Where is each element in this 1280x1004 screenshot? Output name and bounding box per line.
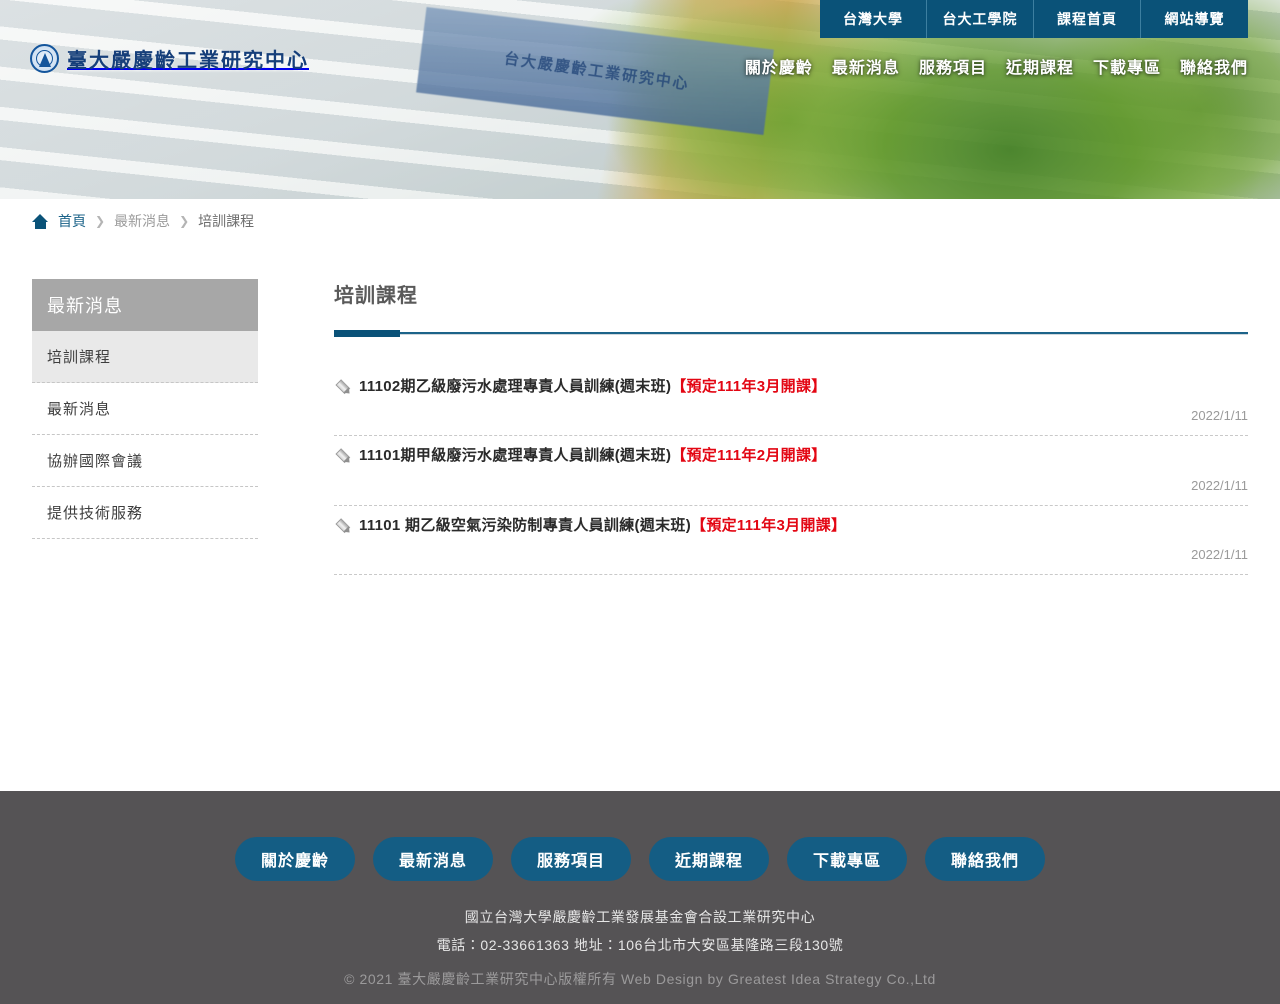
news-date: 2022/1/11 — [1191, 477, 1248, 493]
news-title-text: 11102期乙級廢污水處理專責人員訓練(週末班) — [359, 378, 672, 395]
main-content: 培訓課程 11102期乙級廢污水處理專責人員訓練(週末班)【預定111年3月開課… — [334, 279, 1248, 798]
news-title-highlight: 【預定111年3月開課】 — [671, 378, 827, 395]
footer-org-name: 國立台灣大學嚴慶齡工業發展基金會合設工業研究中心 — [464, 909, 816, 925]
topnav-item-course-home[interactable]: 課程首頁 — [1034, 0, 1141, 38]
mainnav-item-about[interactable]: 關於慶齡 — [745, 54, 813, 78]
sidebar-item-label[interactable]: 協辦國際會議 — [32, 435, 258, 486]
sidebar-item-label[interactable]: 培訓課程 — [32, 331, 258, 382]
footer-nav-contact[interactable]: 聯絡我們 — [925, 837, 1046, 881]
sidebar-item-label[interactable]: 提供技術服務 — [32, 487, 258, 538]
news-list-item: 11101 期乙級空氣污染防制專責人員訓練(週末班)【預定111年3月開課】 2… — [334, 506, 1248, 575]
news-list: 11102期乙級廢污水處理專責人員訓練(週末班)【預定111年3月開課】 202… — [334, 367, 1248, 575]
footer-nav-courses[interactable]: 近期課程 — [649, 837, 770, 881]
footer-contact-info: 電話：02-33661363 地址：106台北市大安區基隆路三段130號 — [436, 937, 844, 953]
breadcrumb-news[interactable]: 最新消息 — [114, 211, 170, 231]
topnav-item-ntu[interactable]: 台灣大學 — [820, 0, 927, 38]
mainnav-item-services[interactable]: 服務項目 — [919, 54, 987, 78]
title-underline — [334, 330, 1248, 337]
site-logo[interactable]: 臺大嚴慶齡工業研究中心 — [30, 44, 309, 73]
topnav-item-sitemap[interactable]: 網站導覽 — [1141, 0, 1248, 38]
sidebar-item-technical-services[interactable]: 提供技術服務 — [32, 487, 258, 539]
footer-copyright: © 2021 臺大嚴慶齡工業研究中心版權所有 Web Design by Gre… — [344, 971, 936, 987]
breadcrumb-current: 培訓課程 — [198, 213, 255, 229]
news-row: 11101 期乙級空氣污染防制專責人員訓練(週末班)【預定111年3月開課】 — [334, 516, 1248, 536]
news-title-link[interactable]: 11102期乙級廢污水處理專責人員訓練(週末班)【預定111年3月開課】 — [359, 377, 827, 397]
news-title-highlight: 【預定111年3月開課】 — [691, 516, 847, 534]
news-title-highlight: 【預定111年2月開課】 — [671, 447, 827, 465]
site-logo-text: 臺大嚴慶齡工業研究中心 — [67, 50, 309, 72]
sidebar-item-label[interactable]: 最新消息 — [32, 383, 258, 434]
sidebar-item-international-conferences[interactable]: 協辦國際會議 — [32, 435, 258, 487]
page-body: 最新消息 培訓課程 最新消息 協辦國際會議 提供技術服務 培訓課程 11102期… — [0, 243, 1280, 798]
mainnav-item-downloads[interactable]: 下載專區 — [1093, 54, 1161, 78]
ntu-emblem-icon — [30, 44, 59, 73]
sidebar-menu: 培訓課程 最新消息 協辦國際會議 提供技術服務 — [32, 331, 258, 539]
news-date: 2022/1/11 — [1191, 546, 1248, 562]
mainnav-item-courses[interactable]: 近期課程 — [1006, 54, 1074, 78]
footer-nav-about[interactable]: 關於慶齡 — [234, 837, 355, 881]
sidebar: 最新消息 培訓課程 最新消息 協辦國際會議 提供技術服務 — [32, 279, 258, 798]
news-list-item: 11102期乙級廢污水處理專責人員訓練(週末班)【預定111年3月開課】 202… — [334, 367, 1248, 437]
news-title-link[interactable]: 11101 期乙級空氣污染防制專責人員訓練(週末班)【預定111年3月開課】 — [359, 516, 846, 536]
news-row: 11102期乙級廢污水處理專責人員訓練(週末班)【預定111年3月開課】 — [334, 377, 1248, 397]
footer-nav-news[interactable]: 最新消息 — [372, 837, 493, 881]
footer-nav-services[interactable]: 服務項目 — [510, 837, 631, 881]
breadcrumb-separator-1: ❯ — [95, 214, 106, 228]
mainnav-item-contact[interactable]: 聯絡我們 — [1180, 54, 1248, 78]
footer-nav-downloads[interactable]: 下載專區 — [787, 837, 908, 881]
page-title: 培訓課程 — [334, 285, 418, 307]
breadcrumb-home[interactable]: 首頁 — [58, 211, 86, 231]
footer-nav: 關於慶齡 最新消息 服務項目 近期課程 下載專區 聯絡我們 — [0, 837, 1280, 881]
breadcrumb: 首頁 ❯ 最新消息 ❯ 培訓課程 — [0, 199, 1280, 243]
top-utility-nav: 台灣大學 台大工學院 課程首頁 網站導覽 — [820, 0, 1248, 38]
site-footer: 關於慶齡 最新消息 服務項目 近期課程 下載專區 聯絡我們 國立台灣大學嚴慶齡工… — [0, 791, 1280, 1004]
mainnav-item-news[interactable]: 最新消息 — [832, 54, 900, 78]
sidebar-item-news[interactable]: 最新消息 — [32, 383, 258, 435]
news-title-link[interactable]: 11101期甲級廢污水處理專責人員訓練(週末班)【預定111年2月開課】 — [359, 446, 827, 466]
news-date: 2022/1/11 — [1191, 408, 1248, 424]
main-nav: 關於慶齡 最新消息 服務項目 近期課程 下載專區 聯絡我們 — [745, 54, 1248, 78]
topnav-item-engineering-college[interactable]: 台大工學院 — [927, 0, 1034, 38]
news-row: 11101期甲級廢污水處理專責人員訓練(週末班)【預定111年2月開課】 — [334, 446, 1248, 466]
sidebar-item-training-courses[interactable]: 培訓課程 — [32, 331, 258, 383]
news-list-item: 11101期甲級廢污水處理專責人員訓練(週末班)【預定111年2月開課】 202… — [334, 436, 1248, 506]
sidebar-header: 最新消息 — [32, 279, 258, 331]
news-title-text: 11101期甲級廢污水處理專責人員訓練(週末班) — [359, 447, 672, 465]
home-icon — [32, 213, 49, 229]
news-title-text: 11101 期乙級空氣污染防制專責人員訓練(週末班) — [359, 516, 692, 534]
site-banner: 台大嚴慶齡工業研究中心 臺大嚴慶齡工業研究中心 台灣大學 台大工學院 課程首頁 … — [0, 0, 1280, 199]
breadcrumb-separator-2: ❯ — [179, 214, 190, 228]
